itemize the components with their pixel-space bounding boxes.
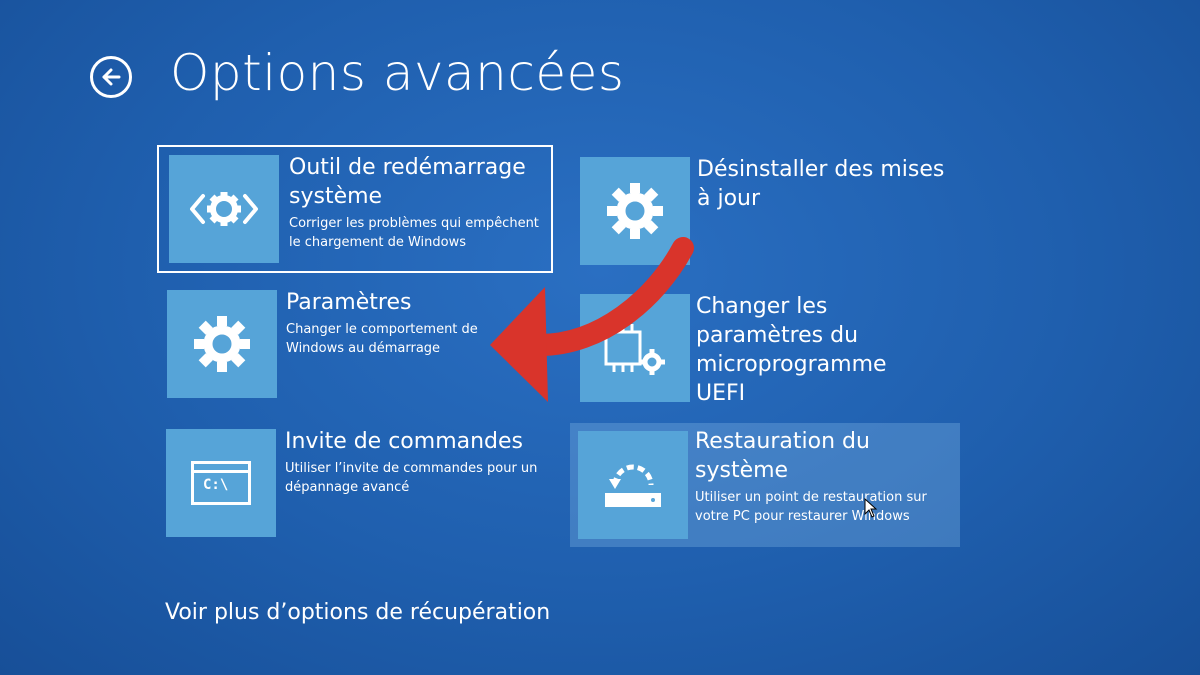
back-button[interactable]: [90, 56, 132, 98]
tile-description: Utiliser l’invite de commandes pour un d…: [285, 461, 538, 495]
tile-title: Changer les paramètres du microprogramme…: [696, 294, 887, 406]
tile-uefi-settings[interactable]: Changer les paramètres du microprogramme…: [580, 292, 960, 408]
tile-icon-box: [167, 290, 277, 398]
back-arrow-icon: [102, 68, 121, 86]
tile-icon-box: C:\: [166, 429, 276, 537]
command-prompt-titlebar: [194, 464, 248, 473]
page-title: Options avancées: [170, 44, 625, 102]
gear-icon: [607, 183, 663, 239]
gear-icon: [194, 316, 250, 372]
tile-startup-settings[interactable]: Paramètres Changer le comportement de Wi…: [167, 290, 547, 402]
restore-icon: [605, 464, 661, 507]
tile-text: Paramètres Changer le comportement de Wi…: [286, 288, 478, 358]
tile-icon-box: [580, 157, 690, 265]
tile-title: Restauration du système: [695, 429, 870, 483]
tile-text: Restauration du système Utiliser un poin…: [695, 427, 927, 526]
tile-description: Utiliser un point de restauration sur vo…: [695, 490, 927, 524]
tile-text: Désinstaller des mises à jour: [697, 155, 944, 213]
chip-gear-icon: [604, 324, 665, 375]
tile-description: Changer le comportement de Windows au dé…: [286, 322, 478, 356]
tile-text: Invite de commandes Utiliser l’invite de…: [285, 427, 537, 497]
tile-text: Outil de redémarrage système Corriger le…: [289, 153, 539, 252]
code-gear-icon: [190, 192, 258, 226]
tile-system-restore[interactable]: Restauration du système Utiliser un poin…: [570, 423, 960, 547]
tile-title: Invite de commandes: [285, 429, 524, 454]
mouse-cursor-icon: [864, 498, 878, 518]
tile-icon-box: [578, 431, 688, 539]
tile-icon-box: [580, 294, 690, 402]
more-recovery-options-link[interactable]: Voir plus d’options de récupération: [165, 600, 550, 625]
tile-icon-box: [169, 155, 279, 263]
tile-command-prompt[interactable]: C:\ Invite de commandes Utiliser l’invit…: [166, 427, 546, 539]
tile-description: Corriger les problèmes qui empêchent le …: [289, 216, 539, 250]
command-prompt-text: C:\: [203, 477, 229, 493]
tile-uninstall-updates[interactable]: Désinstaller des mises à jour: [580, 155, 960, 267]
tile-title: Outil de redémarrage système: [289, 155, 526, 209]
tile-title: Paramètres: [286, 290, 412, 315]
tile-title: Désinstaller des mises à jour: [697, 157, 945, 211]
tile-startup-repair[interactable]: Outil de redémarrage système Corriger le…: [157, 145, 553, 273]
tile-text: Changer les paramètres du microprogramme…: [696, 292, 887, 408]
command-prompt-icon: C:\: [191, 461, 251, 505]
